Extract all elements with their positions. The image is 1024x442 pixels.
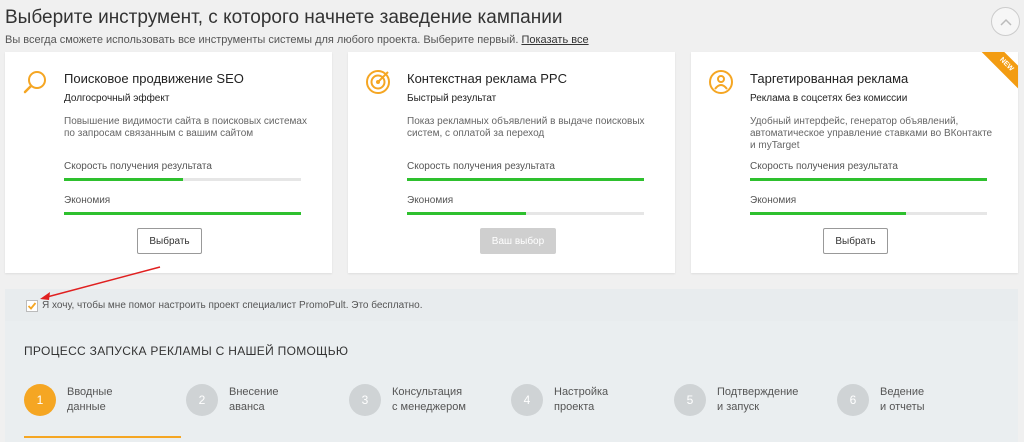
step-label: Внесение аванса — [229, 386, 279, 413]
economy-progress-bar — [407, 212, 644, 215]
speed-progress-fill — [750, 178, 987, 181]
card-subtitle: Долгосрочный эффект — [64, 93, 170, 104]
speed-progress-fill — [64, 178, 183, 181]
card-subtitle: Быстрый результат — [407, 93, 497, 104]
page-header: Выберите инструмент, с которого начнете … — [5, 6, 965, 46]
card-title: Контекстная реклама PPC — [407, 71, 567, 86]
card-targeted: NEW Таргетированная реклама Реклама в со… — [691, 52, 1018, 273]
step-number: 1 — [24, 384, 56, 416]
consent-label: Я хочу, чтобы мне помог настроить проект… — [42, 300, 423, 311]
step-number: 5 — [674, 384, 706, 416]
speed-label: Скорость получения результата — [750, 161, 898, 172]
your-choice-button[interactable]: Ваш выбор — [480, 228, 556, 254]
target-icon — [366, 70, 390, 94]
step-label: Настройка проекта — [554, 386, 609, 413]
search-icon — [23, 71, 46, 94]
speed-progress-bar — [64, 178, 301, 181]
step-number: 3 — [349, 384, 381, 416]
economy-label: Экономия — [407, 195, 454, 206]
card-title: Поисковое продвижение SEO — [64, 71, 244, 86]
step-number: 4 — [511, 384, 543, 416]
card-description: Удобный интерфейс, генератор объявлений,… — [750, 116, 993, 151]
step-number: 2 — [186, 384, 218, 416]
speed-progress-fill — [407, 178, 644, 181]
page-title: Выберите инструмент, с которого начнете … — [5, 7, 563, 28]
economy-label: Экономия — [64, 195, 111, 206]
step-label: Консультация с менеджером — [392, 386, 466, 413]
speed-label: Скорость получения результата — [64, 161, 212, 172]
collapse-button[interactable] — [991, 7, 1020, 36]
speed-progress-bar — [750, 178, 987, 181]
economy-progress-bar — [750, 212, 987, 215]
audience-icon — [709, 70, 733, 94]
step-number: 6 — [837, 384, 869, 416]
consent-checkbox[interactable] — [26, 300, 38, 312]
active-step-indicator — [24, 436, 181, 438]
economy-progress-fill — [750, 212, 907, 215]
economy-label: Экономия — [750, 195, 797, 206]
economy-progress-fill — [64, 212, 301, 215]
subtitle-text: Вы всегда сможете использовать все инстр… — [5, 34, 519, 46]
step-label: Подтверждение и запуск — [717, 386, 799, 413]
page-subtitle: Вы всегда сможете использовать все инстр… — [5, 34, 965, 46]
card-subtitle: Реклама в соцсетях без комиссии — [750, 93, 908, 104]
step-label: Вводные данные — [67, 386, 113, 413]
tool-cards: Поисковое продвижение SEO Долгосрочный э… — [5, 52, 1018, 273]
select-button[interactable]: Выбрать — [137, 228, 202, 254]
card-ppc: Контекстная реклама PPC Быстрый результа… — [348, 52, 675, 273]
speed-label: Скорость получения результата — [407, 161, 555, 172]
chevron-up-icon — [999, 18, 1012, 26]
show-all-link[interactable]: Показать все — [521, 34, 588, 46]
process-title: ПРОЦЕСС ЗАПУСКА РЕКЛАМЫ С НАШЕЙ ПОМОЩЬЮ — [24, 344, 349, 358]
select-button[interactable]: Выбрать — [823, 228, 888, 254]
step-label: Ведение и отчеты — [880, 386, 925, 413]
speed-progress-bar — [407, 178, 644, 181]
card-title: Таргетированная реклама — [750, 71, 909, 86]
card-description: Повышение видимости сайта в поисковых си… — [64, 116, 307, 139]
specialist-consent: Я хочу, чтобы мне помог настроить проект… — [5, 289, 1018, 321]
economy-progress-fill — [407, 212, 526, 215]
new-badge: NEW — [979, 52, 1018, 92]
checkmark-icon — [27, 302, 37, 310]
card-seo: Поисковое продвижение SEO Долгосрочный э… — [5, 52, 332, 273]
card-description: Показ рекламных объявлений в выдаче поис… — [407, 116, 645, 139]
process-section: ПРОЦЕСС ЗАПУСКА РЕКЛАМЫ С НАШЕЙ ПОМОЩЬЮ … — [5, 321, 1018, 442]
economy-progress-bar — [64, 212, 301, 215]
